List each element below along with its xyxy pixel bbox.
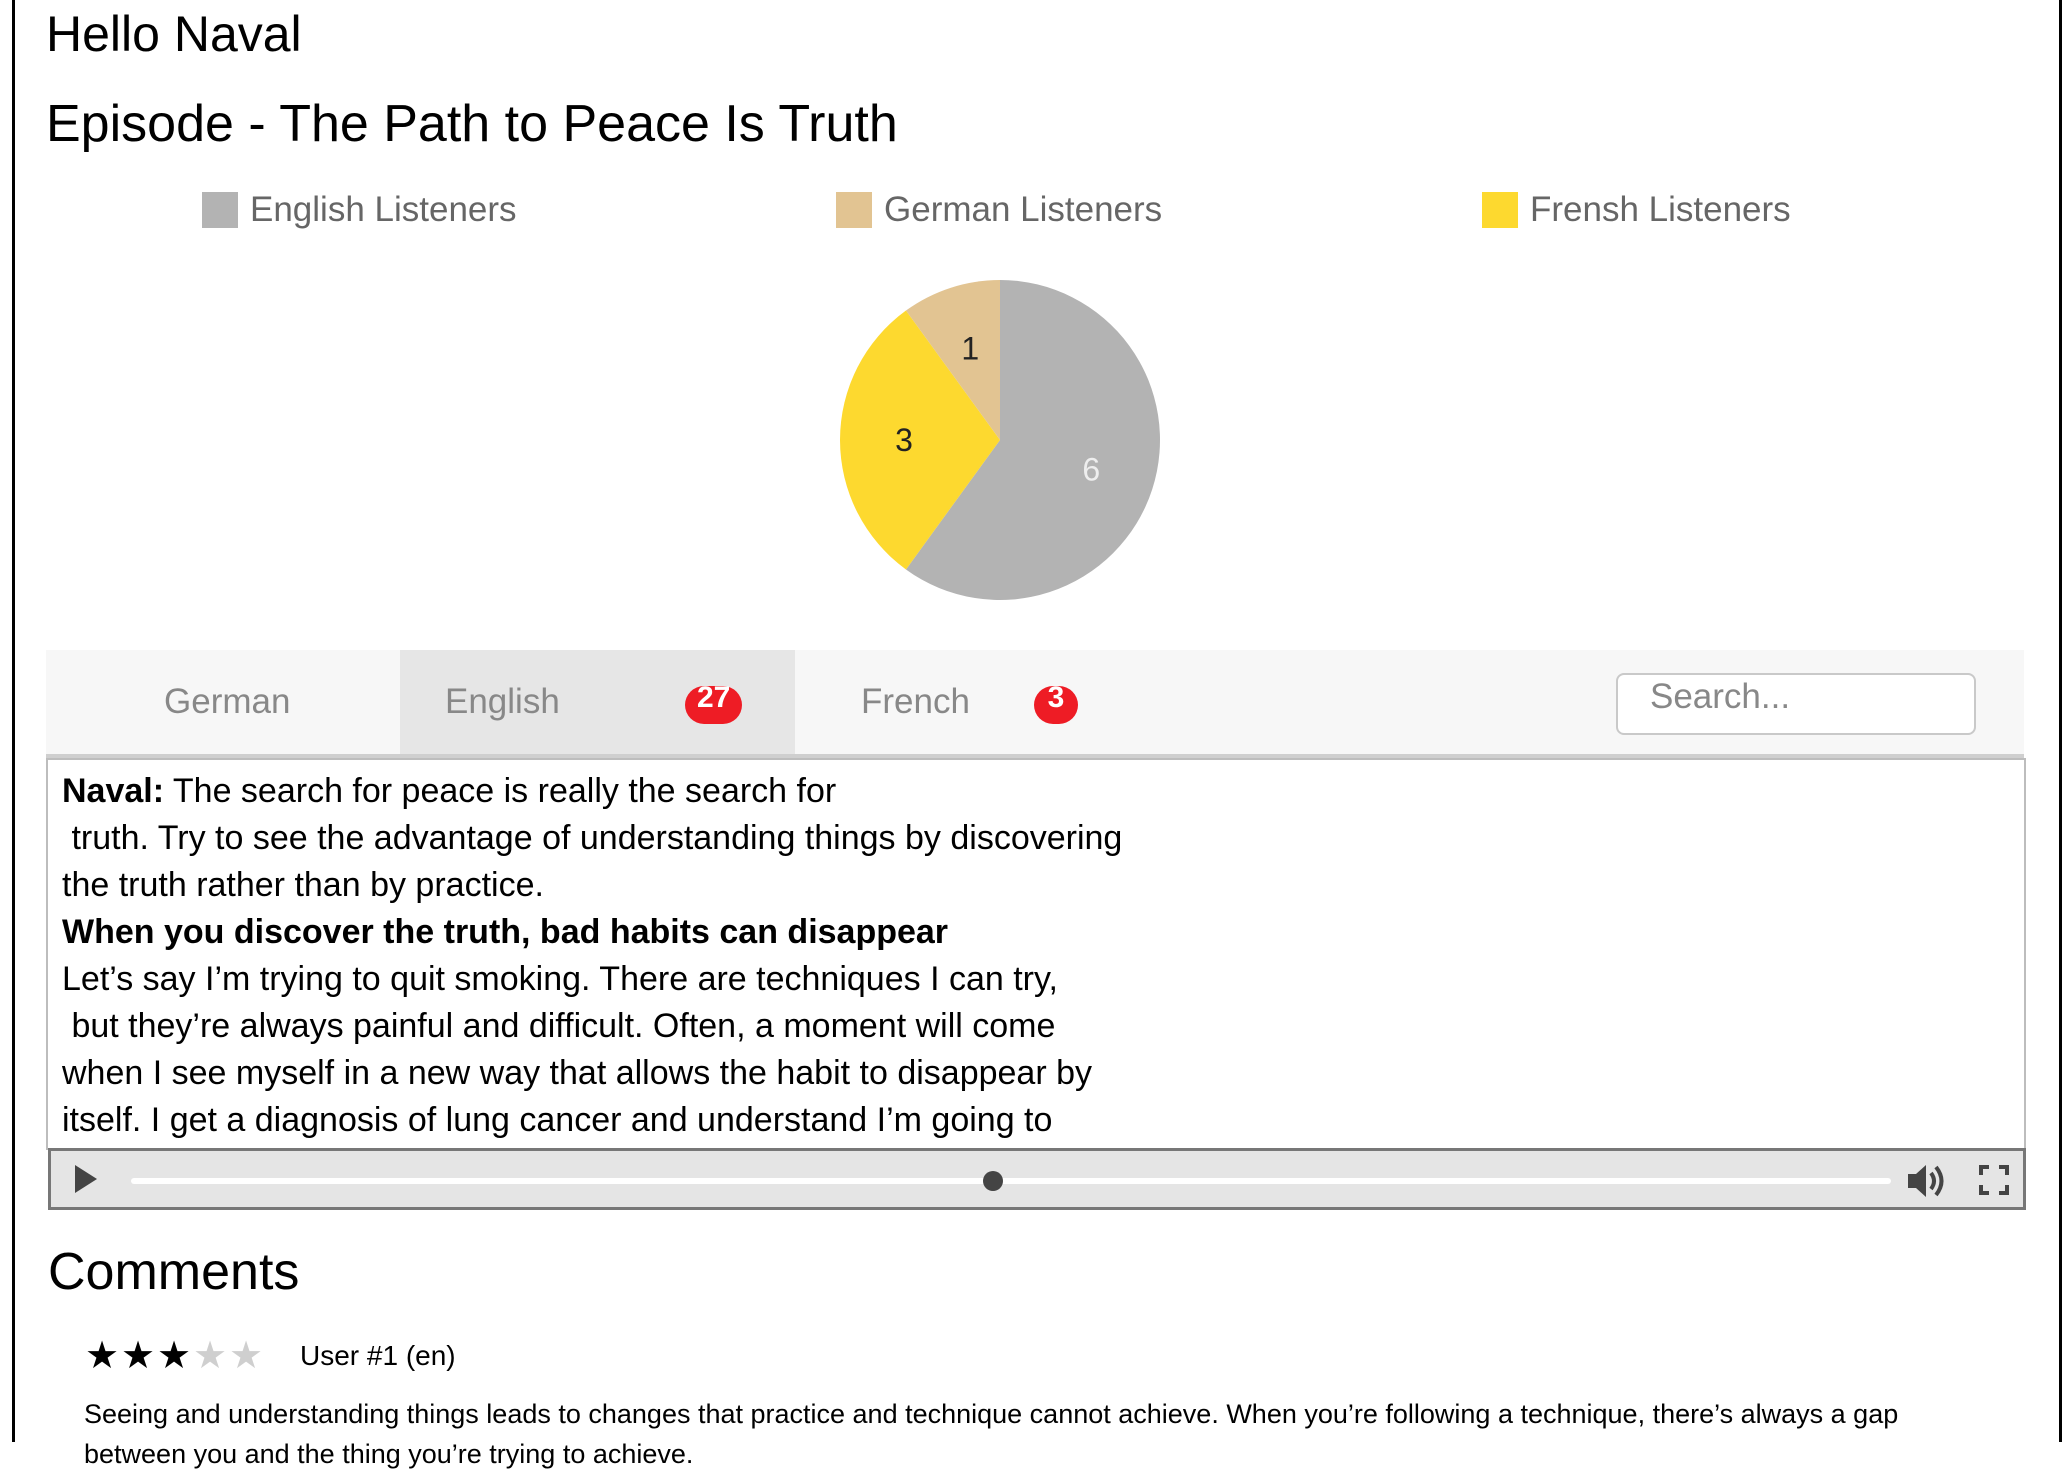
- listeners-pie-chart: 6 3 1: [830, 270, 1170, 610]
- legend-item-french[interactable]: Frensh Listeners: [1482, 188, 1791, 232]
- audio-player: [48, 1148, 2026, 1210]
- transcript-line: the truth rather than by practice.: [62, 866, 544, 904]
- pie-chart-svg: 6 3 1: [840, 280, 1160, 600]
- play-icon[interactable]: [75, 1165, 97, 1193]
- legend-swatch-french: [1482, 192, 1518, 228]
- legend-item-german[interactable]: German Listeners: [836, 188, 1162, 232]
- star-filled-icon: ★: [156, 1335, 192, 1377]
- legend-item-english[interactable]: English Listeners: [202, 188, 517, 232]
- transcript-line-text: The search for peace is really the searc…: [164, 772, 837, 810]
- star-rating: ★ ★ ★ ★ ★: [84, 1336, 264, 1376]
- star-filled-icon: ★: [120, 1335, 156, 1377]
- speaker-name: Naval:: [62, 772, 165, 810]
- comment-user: User #1 (en): [300, 1340, 456, 1371]
- star-empty-icon: ★: [228, 1335, 264, 1377]
- transcript-heading-text: When you discover the truth, bad habits …: [62, 913, 949, 951]
- tab-english-count-badge: 27: [685, 683, 743, 724]
- tab-german[interactable]: German: [46, 650, 400, 754]
- transcript-line: truth. Try to see the advantage of under…: [62, 819, 1123, 857]
- pie-slice-value-label: 6: [1082, 452, 1100, 488]
- pie-slice-value-label: 1: [961, 331, 979, 367]
- legend-label-french: Frensh Listeners: [1530, 190, 1791, 229]
- tab-french-label: French: [861, 682, 970, 721]
- chart-legend: English Listeners German Listeners Frens…: [0, 188, 2070, 232]
- comment-header: ★ ★ ★ ★ ★ User #1 (en): [84, 1336, 456, 1376]
- transcript-line: itself. I get a diagnosis of lung cancer…: [62, 1101, 1053, 1139]
- comment-text: Seeing and understanding things leads to…: [84, 1399, 1899, 1469]
- star-filled-icon: ★: [84, 1335, 120, 1377]
- seek-slider-thumb[interactable]: [983, 1171, 1004, 1191]
- fullscreen-icon[interactable]: [1979, 1165, 2009, 1195]
- star-empty-icon: ★: [192, 1335, 228, 1377]
- transcript-text: Naval: The search for peace is really th…: [48, 760, 2024, 1144]
- tab-french[interactable]: French 3: [795, 650, 1195, 754]
- legend-label-english: English Listeners: [250, 190, 517, 229]
- seek-slider[interactable]: [131, 1171, 1891, 1191]
- legend-swatch-german: [836, 192, 872, 228]
- legend-label-german: German Listeners: [884, 190, 1163, 229]
- transcript-search-input[interactable]: [1616, 673, 1976, 735]
- transcript-section-heading: When you discover the truth, bad habits …: [62, 909, 2024, 956]
- transcript-line: when I see myself in a new way that allo…: [62, 1054, 1093, 1092]
- greeting-heading: Hello Naval: [46, 6, 302, 62]
- transcript-line: Naval: The search for peace is really th…: [62, 768, 2024, 815]
- tab-english-label: English: [445, 682, 560, 721]
- episode-title: Episode - The Path to Peace Is Truth: [46, 95, 898, 153]
- comments-heading: Comments: [48, 1243, 300, 1301]
- pie-slice-value-label: 3: [895, 422, 913, 458]
- transcript-panel[interactable]: Naval: The search for peace is really th…: [46, 758, 2026, 1150]
- tab-french-count-badge: 3: [1034, 683, 1078, 724]
- tab-english[interactable]: English 27: [400, 650, 795, 754]
- transcript-line: Let’s say I’m trying to quit smoking. Th…: [62, 960, 1058, 998]
- volume-icon[interactable]: [1906, 1161, 1948, 1201]
- legend-swatch-english: [202, 192, 238, 228]
- tab-german-label: German: [164, 682, 291, 721]
- transcript-line: but they’re always painful and difficult…: [62, 1007, 1056, 1045]
